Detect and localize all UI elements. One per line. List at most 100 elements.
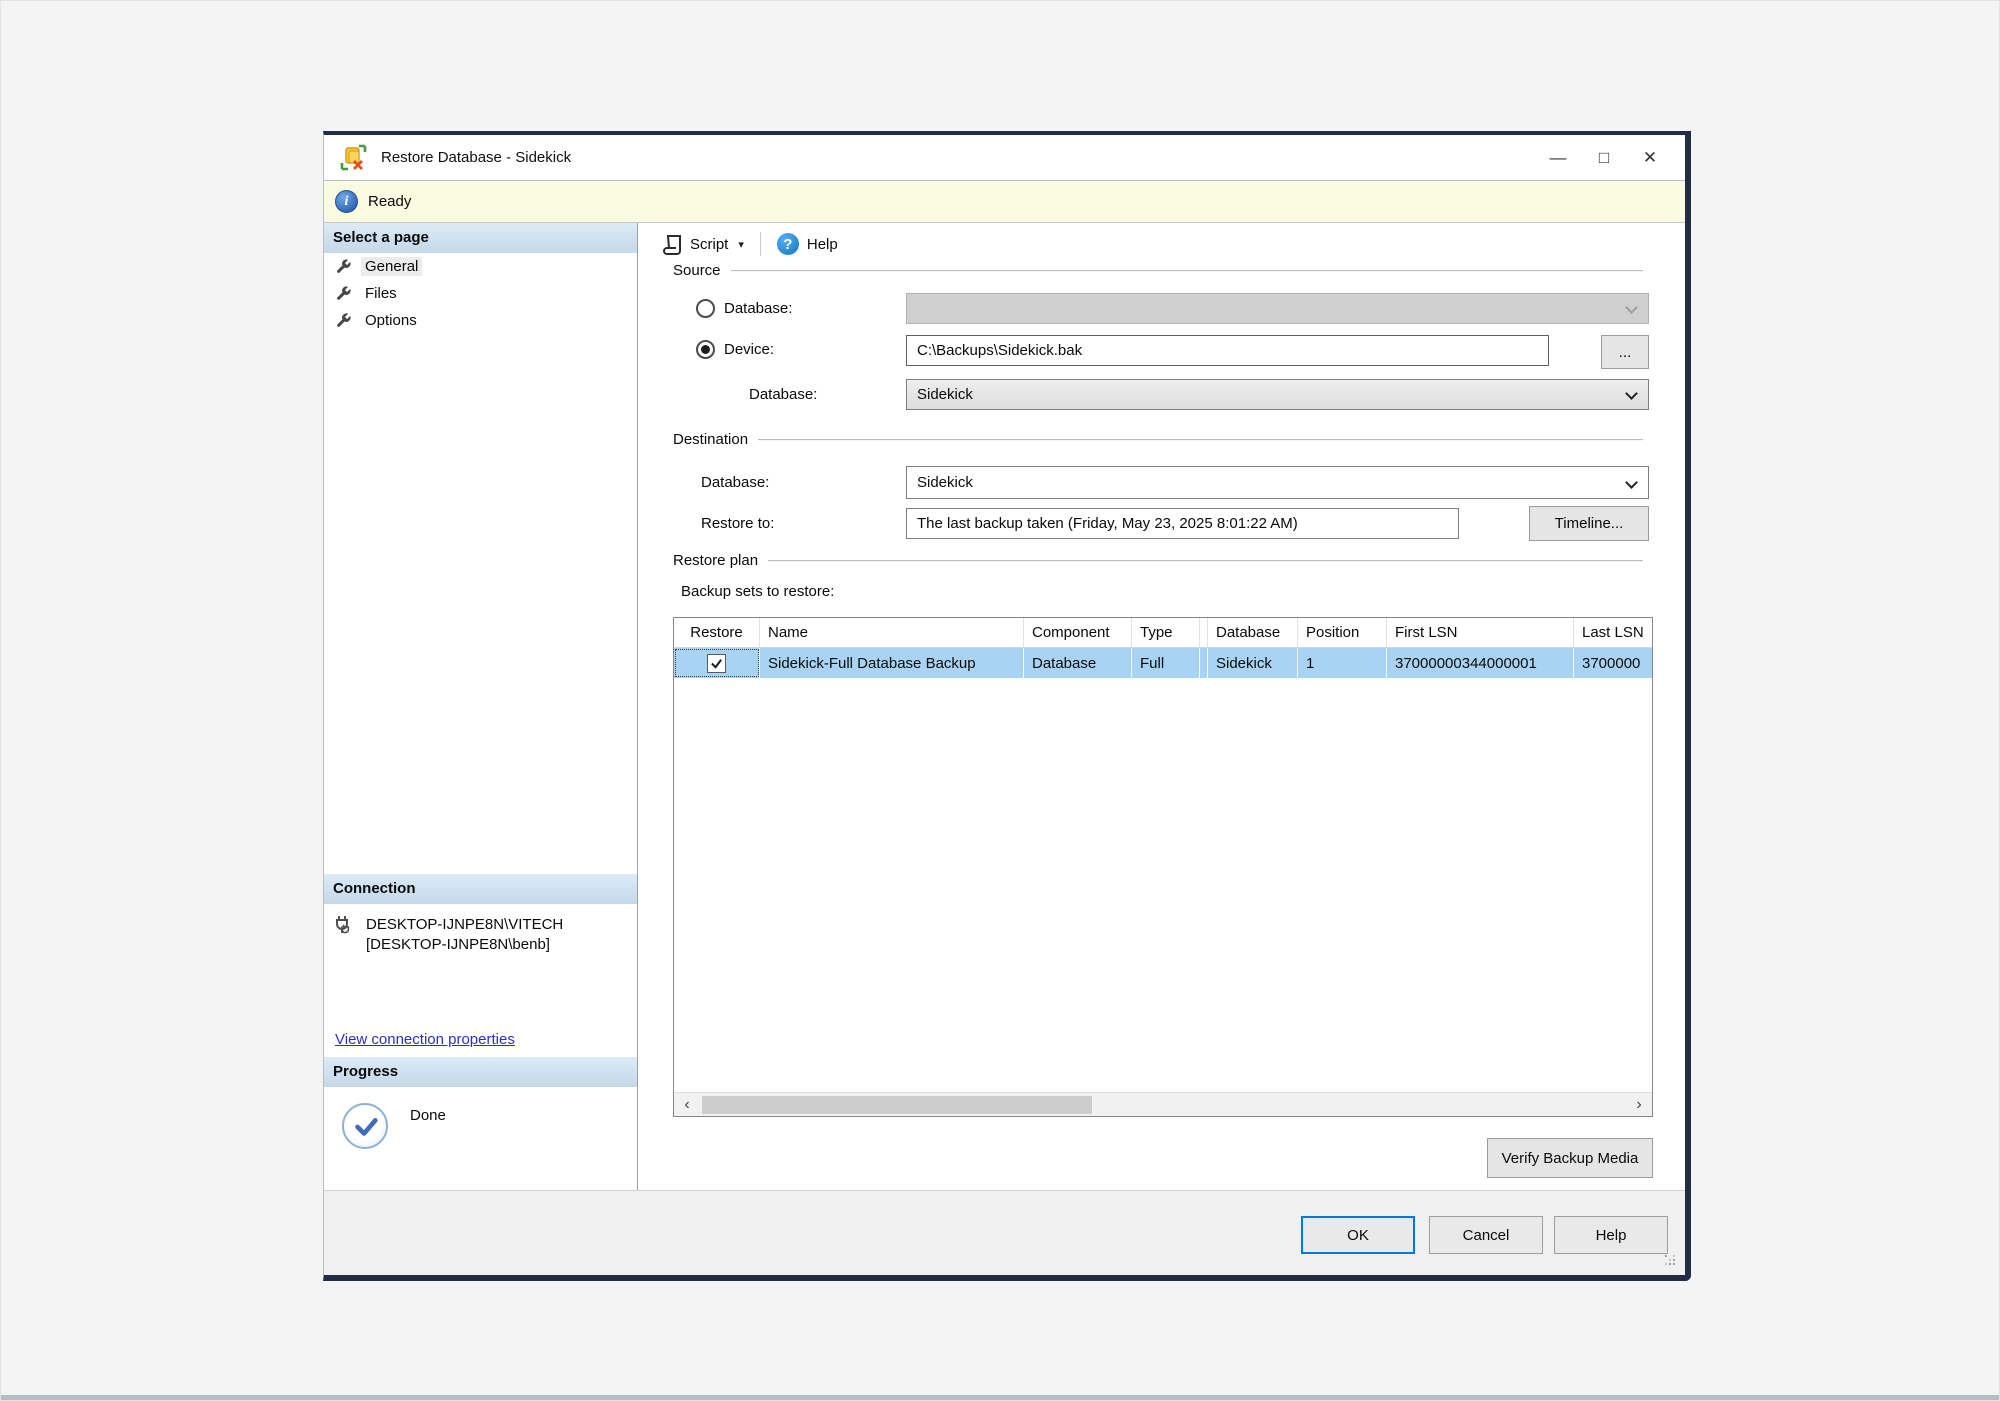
restore-database-dialog: Restore Database - Sidekick — □ ✕ i Read… bbox=[323, 131, 1691, 1281]
column-header-database[interactable]: Database bbox=[1208, 618, 1298, 648]
source-database-value: Sidekick bbox=[917, 386, 973, 403]
column-header-name[interactable]: Name bbox=[760, 618, 1024, 648]
source-database-value-combo[interactable]: Sidekick bbox=[906, 379, 1649, 410]
ok-button[interactable]: OK bbox=[1301, 1216, 1415, 1254]
main-panel: Script ▾ ? Help Source Database: bbox=[638, 223, 1685, 1190]
chevron-down-icon: ▾ bbox=[738, 238, 744, 251]
connection-header: Connection bbox=[324, 874, 637, 904]
resize-grip[interactable] bbox=[1665, 1255, 1677, 1267]
maximize-button[interactable]: □ bbox=[1581, 135, 1627, 180]
script-icon bbox=[663, 234, 682, 255]
server-connection-icon bbox=[334, 915, 356, 939]
help-label: Help bbox=[807, 236, 838, 253]
scroll-left-arrow[interactable]: ‹ bbox=[674, 1093, 700, 1117]
cell-name: Sidekick-Full Database Backup bbox=[760, 648, 1024, 678]
restore-to-label: Restore to: bbox=[701, 515, 774, 532]
destination-database-label: Database: bbox=[701, 474, 769, 491]
close-button[interactable]: ✕ bbox=[1627, 135, 1673, 180]
table-header-row: Restore Name Component Type Database Pos… bbox=[674, 618, 1652, 648]
device-radio-label: Device: bbox=[724, 341, 774, 358]
table-row[interactable]: Sidekick-Full Database Backup Database F… bbox=[674, 648, 1652, 678]
verify-backup-media-button[interactable]: Verify Backup Media bbox=[1487, 1138, 1653, 1178]
view-connection-properties-link[interactable]: View connection properties bbox=[335, 1031, 637, 1048]
cell-first-lsn: 37000000344000001 bbox=[1387, 648, 1574, 678]
restore-database-icon bbox=[340, 144, 367, 171]
timeline-button[interactable]: Timeline... bbox=[1529, 506, 1649, 541]
cell-database: Sidekick bbox=[1208, 648, 1298, 678]
group-rule bbox=[758, 439, 1643, 441]
screenshot-canvas: Restore Database - Sidekick — □ ✕ i Read… bbox=[0, 0, 2000, 1401]
toolbar-separator bbox=[760, 232, 761, 256]
backup-sets-table: Restore Name Component Type Database Pos… bbox=[673, 617, 1653, 1117]
connection-server-line1: DESKTOP-IJNPE8N\VITECH bbox=[366, 915, 563, 935]
column-header-type[interactable]: Type bbox=[1132, 618, 1200, 648]
connection-server-text: DESKTOP-IJNPE8N\VITECH [DESKTOP-IJNPE8N\… bbox=[366, 915, 563, 955]
column-header-position[interactable]: Position bbox=[1298, 618, 1387, 648]
done-check-icon bbox=[342, 1103, 388, 1149]
source-group: Source bbox=[673, 262, 1643, 279]
wrench-icon bbox=[335, 285, 352, 302]
window-controls: — □ ✕ bbox=[1535, 135, 1685, 180]
restore-plan-group: Restore plan bbox=[673, 552, 1643, 569]
sidebar-item-label: Options bbox=[361, 311, 421, 330]
column-header-first-lsn[interactable]: First LSN bbox=[1387, 618, 1574, 648]
wrench-icon bbox=[335, 258, 352, 275]
sidebar-item-options[interactable]: Options bbox=[324, 307, 637, 334]
destination-group: Destination bbox=[673, 431, 1643, 448]
help-icon: ? bbox=[777, 233, 799, 255]
column-header-restore[interactable]: Restore bbox=[674, 618, 760, 648]
destination-group-label: Destination bbox=[673, 431, 748, 448]
chevron-down-icon bbox=[1625, 387, 1638, 400]
source-group-label: Source bbox=[673, 262, 721, 279]
info-icon: i bbox=[335, 190, 358, 213]
cell-component: Database bbox=[1024, 648, 1132, 678]
sidebar-item-general[interactable]: General bbox=[324, 253, 637, 280]
sidebar-item-label: Files bbox=[361, 284, 401, 303]
restore-to-input[interactable]: The last backup taken (Friday, May 23, 2… bbox=[906, 508, 1459, 539]
progress-status: Done bbox=[410, 1103, 446, 1124]
script-label: Script bbox=[690, 236, 728, 253]
progress-header: Progress bbox=[324, 1057, 637, 1087]
column-header-spacer bbox=[1200, 618, 1208, 648]
group-rule bbox=[768, 560, 1643, 562]
sidebar-item-files[interactable]: Files bbox=[324, 280, 637, 307]
source-database-combo bbox=[906, 293, 1649, 324]
script-button[interactable]: Script ▾ bbox=[655, 230, 752, 259]
help-button[interactable]: ? Help bbox=[769, 229, 846, 259]
sidebar: Select a page General Files bbox=[324, 223, 638, 1190]
cell-last-lsn: 3700000 bbox=[1574, 648, 1653, 678]
column-header-component[interactable]: Component bbox=[1024, 618, 1132, 648]
title-bar: Restore Database - Sidekick — □ ✕ bbox=[324, 135, 1685, 181]
database-radio-label: Database: bbox=[724, 300, 792, 317]
chevron-down-icon bbox=[1625, 476, 1638, 489]
column-header-last-lsn[interactable]: Last LSN bbox=[1574, 618, 1653, 648]
horizontal-scrollbar[interactable]: ‹ › bbox=[674, 1092, 1652, 1116]
destination-database-value: Sidekick bbox=[917, 474, 973, 491]
restore-checkbox-cell[interactable] bbox=[674, 648, 760, 678]
cell-spacer bbox=[1200, 648, 1208, 678]
source-database-label: Database: bbox=[749, 386, 817, 403]
cell-type: Full bbox=[1132, 648, 1200, 678]
connection-server-line2: [DESKTOP-IJNPE8N\benb] bbox=[366, 935, 563, 955]
cancel-button[interactable]: Cancel bbox=[1429, 1216, 1543, 1254]
backup-sets-label: Backup sets to restore: bbox=[681, 583, 834, 600]
canvas-bottom-edge bbox=[1, 1395, 1999, 1400]
dialog-footer: OK Cancel Help bbox=[324, 1190, 1685, 1275]
database-radio[interactable] bbox=[696, 299, 715, 318]
scroll-right-arrow[interactable]: › bbox=[1626, 1093, 1652, 1117]
toolbar: Script ▾ ? Help bbox=[638, 226, 846, 262]
restore-plan-group-label: Restore plan bbox=[673, 552, 758, 569]
device-path-input[interactable]: C:\Backups\Sidekick.bak bbox=[906, 335, 1549, 366]
status-bar: i Ready bbox=[324, 181, 1685, 223]
device-radio[interactable] bbox=[696, 340, 715, 359]
window-title: Restore Database - Sidekick bbox=[381, 149, 571, 166]
browse-button[interactable]: ... bbox=[1601, 335, 1649, 369]
restore-checkbox[interactable] bbox=[707, 654, 726, 673]
scrollbar-thumb[interactable] bbox=[702, 1096, 1092, 1114]
sidebar-item-label: General bbox=[361, 257, 422, 276]
destination-database-combo[interactable]: Sidekick bbox=[906, 466, 1649, 499]
wrench-icon bbox=[335, 312, 352, 329]
minimize-button[interactable]: — bbox=[1535, 135, 1581, 180]
help-footer-button[interactable]: Help bbox=[1554, 1216, 1668, 1254]
group-rule bbox=[731, 270, 1643, 272]
